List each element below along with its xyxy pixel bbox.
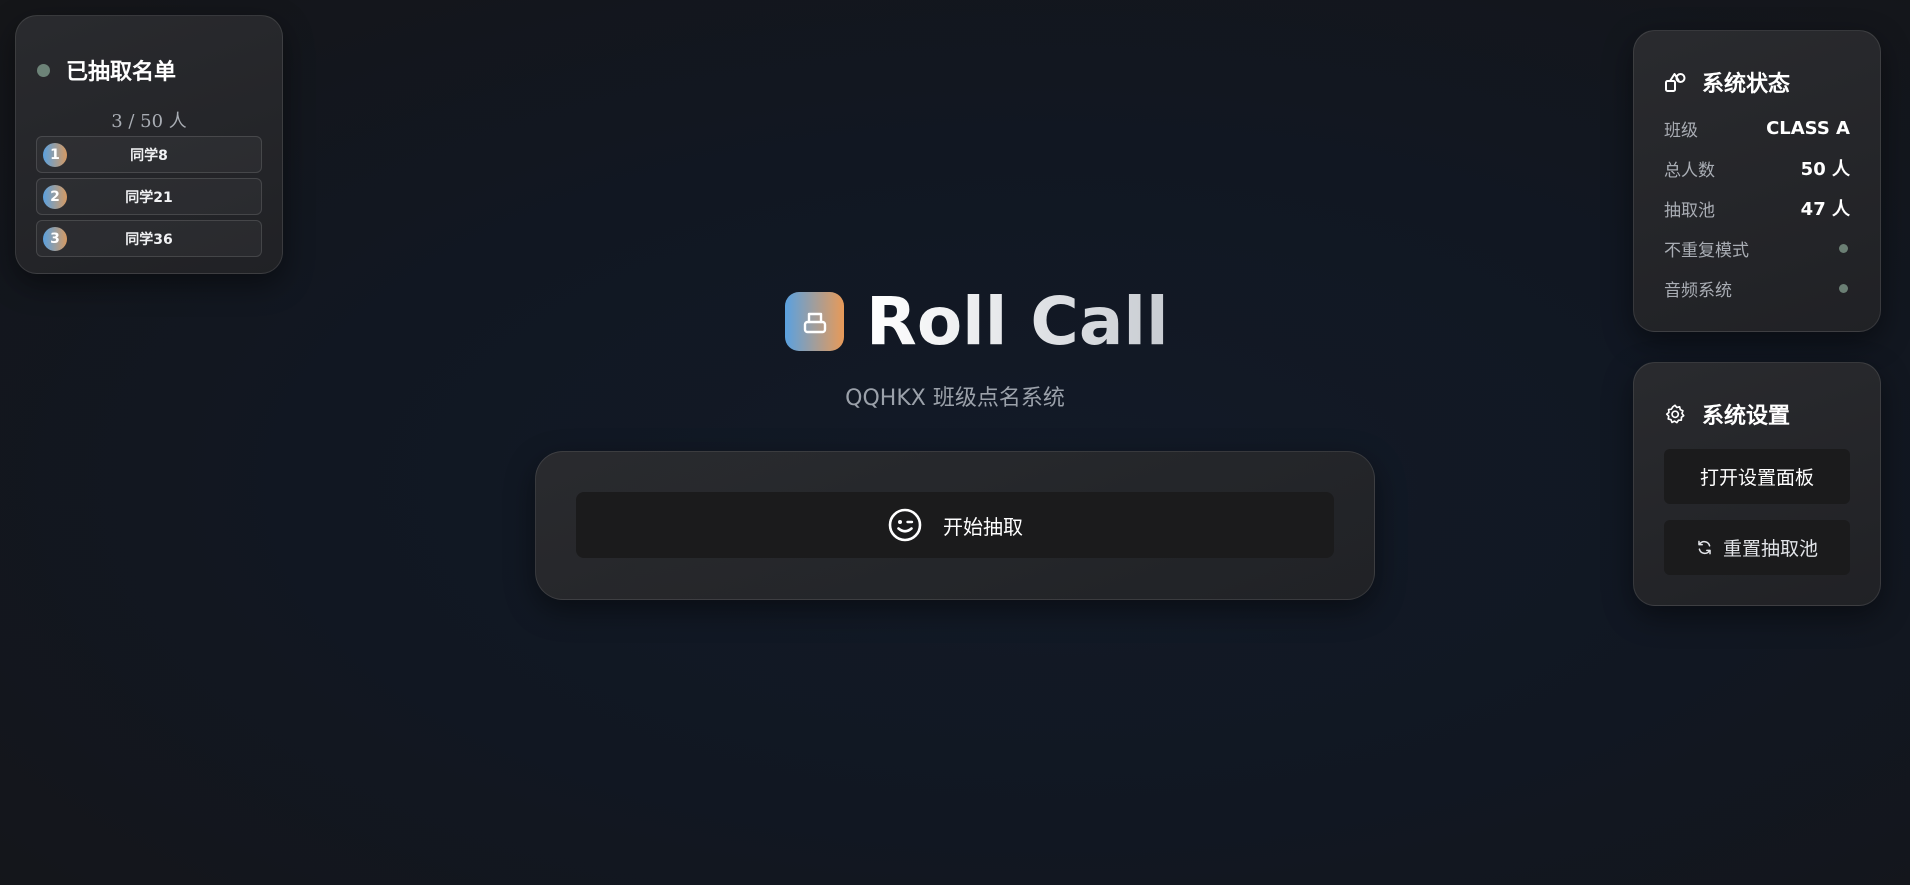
open-settings-label: 打开设置面板: [1699, 467, 1814, 489]
rank-badge: 3: [43, 227, 67, 251]
status-key: 班级: [1664, 120, 1698, 141]
drawn-panel-header: 已抽取名单: [37, 54, 176, 86]
drawn-list-item: 3 同学36: [36, 220, 262, 257]
rank-badge: 1: [43, 143, 67, 167]
inbox-icon: [803, 312, 826, 333]
status-row-pool: 抽取池 47 人: [1664, 195, 1850, 221]
status-row-audio: 音频系统: [1664, 275, 1850, 301]
refresh-icon: [1698, 540, 1711, 555]
shapes-icon: [1665, 73, 1686, 92]
status-row-total: 总人数 50 人: [1664, 155, 1850, 181]
audio-indicator-dot: [1839, 283, 1848, 293]
reset-pool-button[interactable]: 重置抽取池: [1664, 520, 1850, 575]
drawn-list-panel: 已抽取名单 3 / 50 人 1 同学8 2 同学21 3 同学36: [15, 15, 283, 274]
status-row-class: 班级 CLASS A: [1664, 115, 1850, 141]
app-logo: [785, 292, 844, 351]
status-card-header: 系统状态: [1664, 66, 1790, 98]
drawn-count: 3 / 50 人: [111, 111, 187, 132]
start-draw-button[interactable]: 开始抽取: [576, 492, 1334, 558]
open-settings-button[interactable]: 打开设置面板: [1664, 449, 1850, 504]
smile-wink-icon: [888, 508, 922, 542]
status-key: 不重复模式: [1664, 240, 1749, 261]
page-subtitle: QQHKX 班级点名系统: [845, 386, 1065, 411]
status-key: 总人数: [1664, 160, 1715, 181]
start-button-label: 开始抽取: [943, 514, 1023, 539]
status-dot-icon: [37, 63, 50, 77]
status-value: CLASS A: [1766, 117, 1850, 139]
student-name: 同学21: [125, 189, 173, 206]
status-key: 抽取池: [1664, 200, 1715, 221]
hero-header: Roll Call: [785, 283, 1169, 360]
status-value: 47 人: [1800, 199, 1850, 220]
rank-badge: 2: [43, 185, 67, 209]
status-row-no-repeat: 不重复模式: [1664, 235, 1850, 261]
settings-card-header: 系统设置: [1664, 398, 1790, 430]
system-status-card: 系统状态 班级 CLASS A 总人数 50 人 抽取池 47 人 不重复模式 …: [1633, 30, 1881, 332]
no-repeat-indicator-dot: [1839, 243, 1848, 253]
drawn-list-item: 2 同学21: [36, 178, 262, 215]
settings-card-title: 系统设置: [1702, 404, 1791, 429]
drawn-list: 1 同学8 2 同学21 3 同学36: [36, 136, 262, 262]
reset-pool-label: 重置抽取池: [1722, 538, 1818, 560]
student-name: 同学8: [130, 147, 168, 164]
drawn-panel-title: 已抽取名单: [66, 60, 177, 85]
status-value: 50 人: [1800, 159, 1850, 180]
student-name: 同学36: [125, 231, 173, 248]
status-key: 音频系统: [1664, 280, 1732, 301]
draw-card: 开始抽取: [535, 451, 1375, 600]
status-card-title: 系统状态: [1702, 72, 1791, 97]
system-settings-card: 系统设置 打开设置面板 重置抽取池: [1633, 362, 1881, 606]
page-title: Roll Call: [866, 283, 1169, 360]
gear-icon: [1665, 404, 1685, 424]
drawn-list-item: 1 同学8: [36, 136, 262, 173]
